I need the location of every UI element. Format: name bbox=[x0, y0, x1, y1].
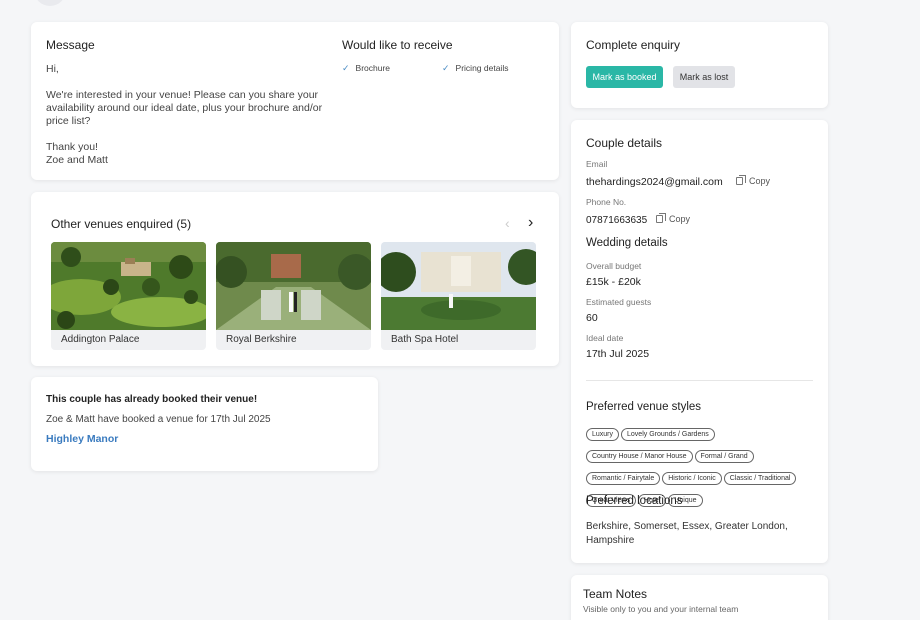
message-line: Zoe and Matt bbox=[46, 154, 108, 166]
divider bbox=[586, 380, 813, 381]
venue-image bbox=[381, 242, 536, 330]
budget-value: £15k - £20k bbox=[586, 276, 641, 288]
wedding-details-title: Wedding details bbox=[586, 237, 668, 249]
style-tag: Luxury bbox=[586, 428, 620, 441]
other-venues-title: Other venues enquired (5) bbox=[51, 217, 192, 231]
style-tag: Country House / Manor House bbox=[586, 450, 693, 463]
chevron-right-icon[interactable]: › bbox=[528, 214, 533, 232]
venue-name: Royal Berkshire bbox=[226, 334, 297, 345]
phone-value: 07871663635 bbox=[586, 215, 648, 226]
email-label: Email bbox=[586, 159, 608, 169]
message-body: Hi, We're interested in your venue! Plea… bbox=[46, 63, 326, 167]
date-value: 17th Jul 2025 bbox=[586, 348, 650, 360]
style-tag: Romantic / Fairytale bbox=[586, 472, 661, 485]
mark-as-booked-button[interactable]: Mark as booked bbox=[586, 66, 663, 88]
budget-label: Overall budget bbox=[586, 261, 642, 271]
complete-enquiry-card: Complete enquiry Mark as booked Mark as … bbox=[571, 22, 828, 108]
message-line: Thank you! bbox=[46, 141, 98, 153]
copy-icon bbox=[656, 213, 666, 223]
check-icon: ✓ bbox=[442, 63, 450, 73]
style-tag: Formal / Grand bbox=[694, 450, 754, 463]
complete-enquiry-title: Complete enquiry bbox=[586, 38, 681, 52]
venue-card-bath-spa[interactable]: Bath Spa Hotel bbox=[381, 242, 536, 350]
locations-title: Preferred locations bbox=[586, 495, 683, 507]
copy-label: Copy bbox=[669, 214, 691, 224]
mark-as-lost-button[interactable]: Mark as lost bbox=[673, 66, 735, 88]
couple-details-title: Couple details bbox=[586, 136, 663, 150]
guests-value: 60 bbox=[586, 312, 598, 324]
booked-venue-link[interactable]: Highley Manor bbox=[46, 433, 118, 445]
copy-phone-button[interactable]: Copy bbox=[656, 213, 691, 224]
receive-title: Would like to receive bbox=[342, 38, 453, 52]
message-title: Message bbox=[46, 38, 95, 52]
avatar bbox=[34, 0, 66, 6]
email-value: thehardings2024@gmail.com bbox=[586, 176, 723, 188]
message-line: We're interested in your venue! Please c… bbox=[46, 89, 323, 127]
style-tag: Lovely Grounds / Gardens bbox=[621, 428, 715, 441]
venue-card-addington[interactable]: Addington Palace bbox=[51, 242, 206, 350]
booked-title: This couple has already booked their ven… bbox=[46, 394, 258, 405]
date-label: Ideal date bbox=[586, 333, 624, 343]
receive-item-label: Brochure bbox=[355, 63, 391, 73]
booked-card: This couple has already booked their ven… bbox=[31, 377, 378, 471]
copy-label: Copy bbox=[749, 176, 771, 186]
chevron-left-icon[interactable]: ‹ bbox=[505, 215, 510, 231]
guests-label: Estimated guests bbox=[586, 297, 652, 307]
copy-email-button[interactable]: Copy bbox=[736, 175, 771, 186]
receive-item-label: Pricing details bbox=[455, 63, 509, 73]
venue-image bbox=[216, 242, 371, 330]
team-notes-card: Team Notes Visible only to you and your … bbox=[571, 575, 828, 620]
venue-card-royal-berkshire[interactable]: Royal Berkshire bbox=[216, 242, 371, 350]
receive-item-pricing: ✓ Pricing details bbox=[442, 63, 508, 74]
message-line: Hi, bbox=[46, 63, 59, 75]
locations-text: Berkshire, Somerset, Essex, Greater Lond… bbox=[586, 521, 788, 546]
couple-details-card: Couple details Email thehardings2024@gma… bbox=[571, 120, 828, 563]
other-venues-card: Other venues enquired (5) ‹ › Addington … bbox=[31, 192, 559, 366]
phone-label: Phone No. bbox=[586, 197, 627, 207]
venue-name: Addington Palace bbox=[61, 334, 140, 345]
venue-styles-title: Preferred venue styles bbox=[586, 401, 702, 413]
style-tag: Classic / Traditional bbox=[723, 472, 797, 485]
style-tag: Historic / Iconic bbox=[662, 472, 722, 485]
copy-icon bbox=[736, 175, 746, 185]
venue-name: Bath Spa Hotel bbox=[391, 334, 459, 345]
team-notes-title: Team Notes bbox=[583, 587, 648, 601]
venue-image bbox=[51, 242, 206, 330]
check-icon: ✓ bbox=[342, 63, 350, 73]
team-notes-subtitle: Visible only to you and your internal te… bbox=[583, 604, 739, 614]
booked-text: Zoe & Matt have booked a venue for 17th … bbox=[46, 414, 271, 425]
message-card: Message Hi, We're interested in your ven… bbox=[31, 22, 559, 180]
receive-item-brochure: ✓ Brochure bbox=[342, 63, 390, 74]
